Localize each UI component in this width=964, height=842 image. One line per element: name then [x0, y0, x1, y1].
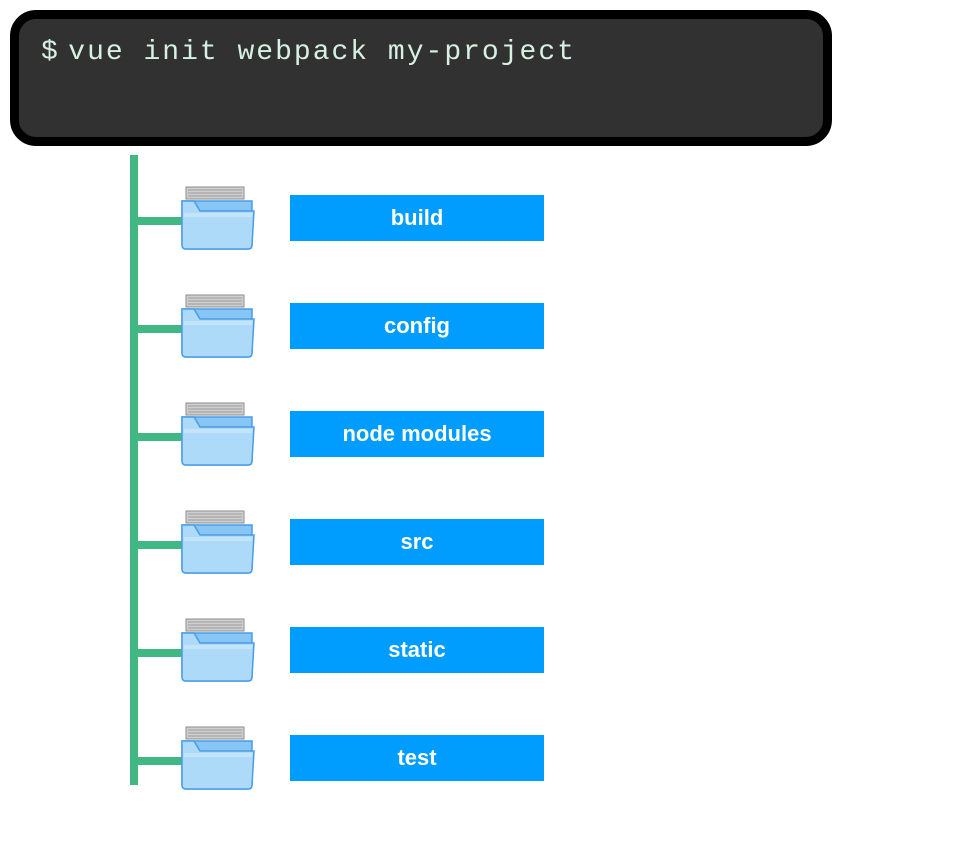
folder-label-config: config: [290, 303, 544, 349]
folder-label-build: build: [290, 195, 544, 241]
folder-icon: [180, 291, 256, 361]
folder-label-test: test: [290, 735, 544, 781]
terminal-command: vue init webpack my-project: [68, 37, 576, 68]
terminal-prompt: $: [41, 37, 60, 68]
tree-branch-line: [130, 541, 186, 549]
folder-icon: [180, 183, 256, 253]
tree-trunk-line: [130, 155, 138, 785]
folder-label-src: src: [290, 519, 544, 565]
folder-icon: [180, 507, 256, 577]
terminal-window: $ vue init webpack my-project: [10, 10, 832, 146]
tree-branch-line: [130, 649, 186, 657]
tree-branch-line: [130, 757, 186, 765]
folder-label-static: static: [290, 627, 544, 673]
tree-branch-line: [130, 433, 186, 441]
folder-icon: [180, 615, 256, 685]
tree-branch-line: [130, 325, 186, 333]
folder-icon: [180, 723, 256, 793]
folder-label-node-modules: node modules: [290, 411, 544, 457]
tree-branch-line: [130, 217, 186, 225]
folder-icon: [180, 399, 256, 469]
